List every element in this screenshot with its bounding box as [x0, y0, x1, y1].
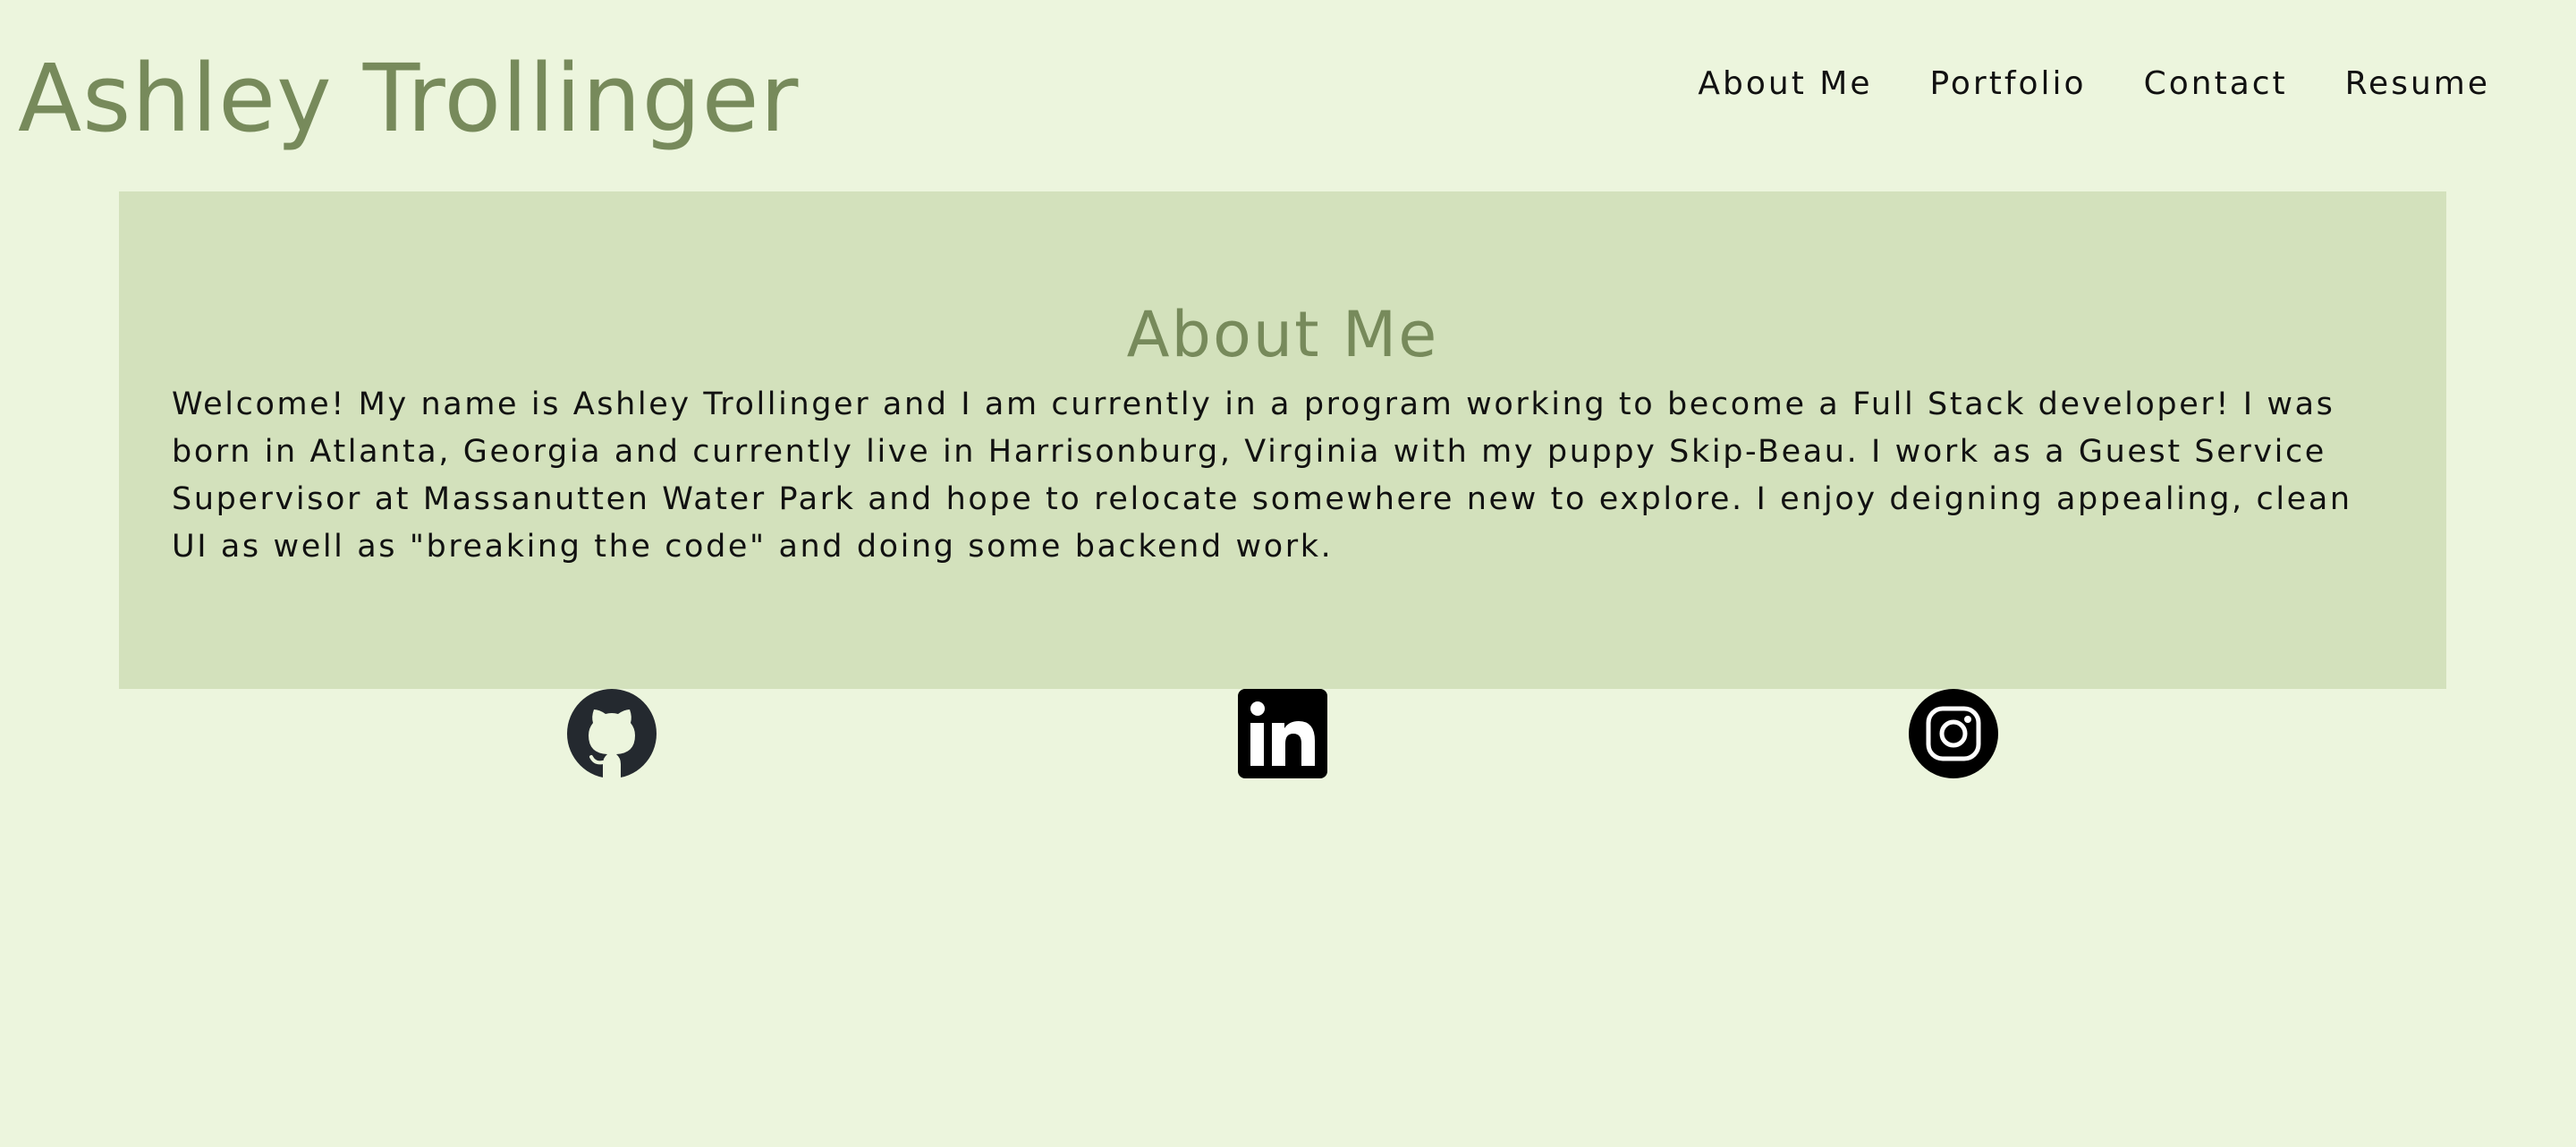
- github-icon: [567, 689, 657, 778]
- instagram-link[interactable]: [1909, 689, 1998, 778]
- nav-link-about-me[interactable]: About Me: [1698, 63, 1872, 106]
- instagram-icon: [1909, 689, 1998, 778]
- nav-link-resume[interactable]: Resume: [2345, 63, 2490, 106]
- linkedin-link[interactable]: [1238, 689, 1327, 778]
- github-link[interactable]: [567, 689, 657, 778]
- nav-link-contact[interactable]: Contact: [2144, 63, 2288, 106]
- about-section: About Me Welcome! My name is Ashley Trol…: [119, 191, 2446, 689]
- main-nav: About Me Portfolio Contact Resume: [1698, 63, 2490, 106]
- nav-link-portfolio[interactable]: Portfolio: [1929, 63, 2086, 106]
- about-heading: About Me: [1126, 298, 1439, 371]
- site-title: Ashley Trollinger: [18, 44, 800, 153]
- linkedin-icon: [1238, 689, 1327, 778]
- about-body-text: Welcome! My name is Ashley Trollinger an…: [172, 387, 2352, 565]
